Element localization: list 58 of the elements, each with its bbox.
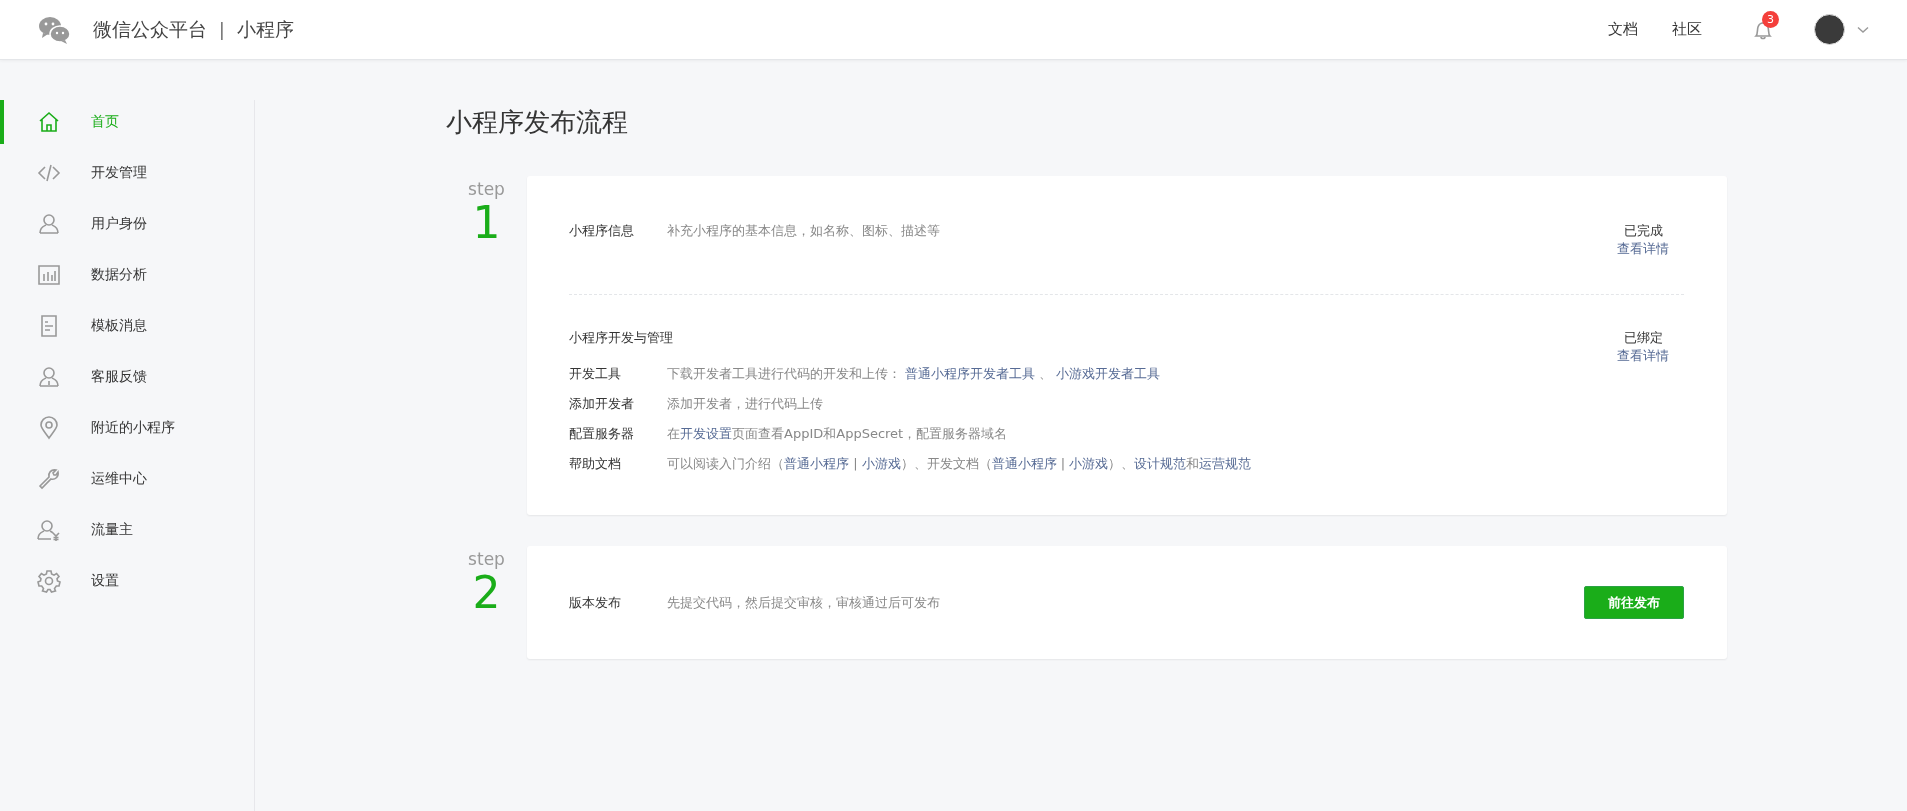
link[interactable]: 普通小程序 (784, 456, 849, 471)
nav-link[interactable]: 社区 (1672, 20, 1702, 39)
description-text: 补充小程序的基本信息，如名称、图标、描述等 (667, 222, 940, 240)
step-label: step (468, 179, 505, 199)
sidebar-item[interactable]: 客服反馈 (0, 355, 254, 399)
home-icon (37, 110, 61, 134)
row-label: 添加开发者 (569, 395, 635, 413)
sidebar-item[interactable]: 数据分析 (0, 253, 254, 297)
publish-button[interactable]: 前往发布 (1584, 586, 1684, 619)
sidebar-item[interactable]: 运维中心 (0, 457, 254, 501)
link[interactable]: 运营规范 (1199, 456, 1252, 471)
link[interactable]: 小游戏 (1069, 456, 1109, 471)
separator: | (219, 19, 225, 40)
user-tie-icon (37, 365, 61, 389)
settings-icon (37, 569, 61, 593)
sidebar-item[interactable]: 流量主 (0, 508, 254, 552)
link[interactable]: 小游戏 (861, 456, 901, 471)
row-label: 配置服务器 (569, 425, 635, 443)
sidebar-item[interactable]: 附近的小程序 (0, 406, 254, 450)
description-text: 可以阅读入门介绍（普通小程序 | 小游戏）、开发文档（普通小程序 | 小游戏）、设计规范和运营规范 (667, 455, 1252, 473)
details-link[interactable]: 查看详情 (1617, 347, 1669, 365)
chevron-down-icon[interactable] (1857, 25, 1869, 34)
link[interactable]: 小游戏开发者工具 (1056, 366, 1161, 381)
location-pin-icon (37, 416, 61, 440)
sidebar-item[interactable]: 设置 (0, 559, 254, 603)
user-icon (37, 212, 61, 236)
bar-chart-icon (37, 263, 61, 287)
avatar[interactable] (1814, 14, 1845, 45)
sidebar-item[interactable]: 用户身份 (0, 202, 254, 246)
description-text: 先提交代码，然后提交审核，审核通过后可发布 (667, 593, 940, 612)
platform-name: 微信公众平台 (93, 16, 207, 42)
description-text: 下载开发者工具进行代码的开发和上传： 普通小程序开发者工具 、 小游戏开发者工具 (667, 365, 1161, 383)
sidebar-item[interactable]: 开发管理 (0, 151, 254, 195)
section-title: 版本发布 (569, 593, 622, 612)
row-label: 开发工具 (569, 365, 622, 383)
step-number: 1 (472, 199, 501, 247)
product-name: 小程序 (236, 16, 294, 42)
section-title: 小程序开发与管理 (569, 329, 674, 347)
description-text: 在开发设置页面查看AppID和AppSecret，配置服务器域名 (667, 425, 1008, 443)
step-number: 2 (472, 569, 501, 617)
wrench-icon (37, 467, 61, 491)
user-yen-icon (37, 518, 61, 542)
section-title: 小程序信息 (569, 222, 635, 240)
description-text: 添加开发者，进行代码上传 (667, 395, 823, 413)
sidebar-item[interactable]: 模板消息 (0, 304, 254, 348)
nav-link[interactable]: 文档 (1608, 20, 1638, 39)
status-text: 已完成 (1623, 222, 1663, 240)
link[interactable]: 普通小程序 (991, 456, 1057, 471)
page-title: 小程序发布流程 (446, 106, 629, 139)
link[interactable]: 开发设置 (680, 426, 732, 441)
link[interactable]: 设计规范 (1134, 456, 1187, 471)
link[interactable]: 普通小程序开发者工具 (905, 366, 1036, 381)
step-label: step (468, 549, 505, 569)
row-label: 帮助文档 (569, 455, 622, 473)
status-text: 已绑定 (1623, 329, 1663, 347)
notification-badge: 3 (1762, 10, 1779, 28)
details-link[interactable]: 查看详情 (1617, 240, 1669, 258)
chat-bubbles-logo-icon (38, 14, 71, 45)
